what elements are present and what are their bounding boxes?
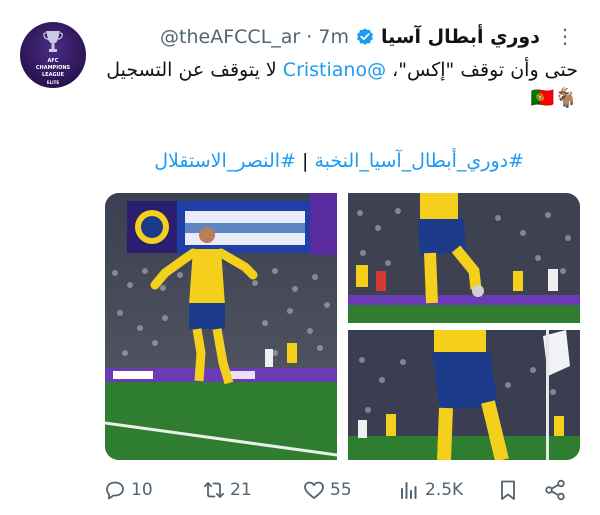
handle[interactable]: @theAFCCL_ar · 7m <box>160 26 349 48</box>
trophy-icon <box>43 31 63 52</box>
mention-link[interactable]: @Cristiano <box>283 59 386 81</box>
share-button[interactable] <box>543 478 567 502</box>
hashtag-separator: | <box>295 150 315 172</box>
views-count: 2.5K <box>425 480 464 500</box>
bookmark-icon <box>501 480 515 500</box>
avatar-text-elite: ELITE <box>46 80 60 85</box>
media-grid <box>105 193 580 460</box>
dot-separator: · <box>306 26 313 48</box>
tweet-header: دوري أبطال آسيا @theAFCCL_ar · 7m <box>100 24 540 50</box>
media-image-1[interactable] <box>105 193 337 460</box>
bookmark-button[interactable] <box>496 478 520 502</box>
handle-text: @theAFCCL_ar <box>160 26 301 48</box>
hashtag-link[interactable]: #دوري_أبطال_آسيا_النخبة <box>314 150 524 172</box>
retweet-count: 21 <box>230 480 252 500</box>
hashtag-link[interactable]: #النصر_الاستقلال <box>154 150 296 172</box>
player-closeup-photo-icon <box>348 330 580 460</box>
views-button[interactable]: 2.5K <box>397 478 463 502</box>
avatar-text-afc: AFC <box>47 58 59 64</box>
hashtags-line: #دوري_أبطال_آسيا_النخبة | #النصر_الاستقل… <box>154 150 524 172</box>
reply-icon <box>106 481 124 500</box>
tweet-text: حتى وأن توقف "إكس"، @Cristiano لا يتوقف … <box>98 56 578 112</box>
views-chart-icon <box>401 482 417 499</box>
share-icon <box>545 479 565 501</box>
media-image-3[interactable] <box>348 330 580 460</box>
reply-button[interactable]: 10 <box>103 478 153 502</box>
retweet-button[interactable]: 21 <box>202 478 252 502</box>
heart-icon <box>304 481 324 499</box>
tweet-text-part1: حتى وأن توقف "إكس"، <box>386 59 578 81</box>
avatar-text-league: LEAGUE <box>41 72 65 78</box>
timestamp[interactable]: 7m <box>318 26 349 48</box>
account-avatar[interactable]: AFC CHAMPIONS LEAGUE ELITE <box>20 22 86 88</box>
verified-badge-icon <box>356 28 373 45</box>
display-name[interactable]: دوري أبطال آسيا <box>381 26 540 48</box>
media-image-2[interactable] <box>348 193 580 323</box>
tweet-actions: 10 21 55 2.5K <box>0 478 600 510</box>
avatar-text-champions: CHAMPIONS <box>35 65 71 71</box>
retweet-icon <box>203 482 225 498</box>
like-button[interactable]: 55 <box>302 478 352 502</box>
like-count: 55 <box>330 480 352 500</box>
more-options-icon[interactable]: ⋮ <box>555 26 575 46</box>
soccer-celebration-photo-icon <box>105 193 337 460</box>
player-legs-ball-photo-icon <box>348 193 580 323</box>
reply-count: 10 <box>131 480 153 500</box>
